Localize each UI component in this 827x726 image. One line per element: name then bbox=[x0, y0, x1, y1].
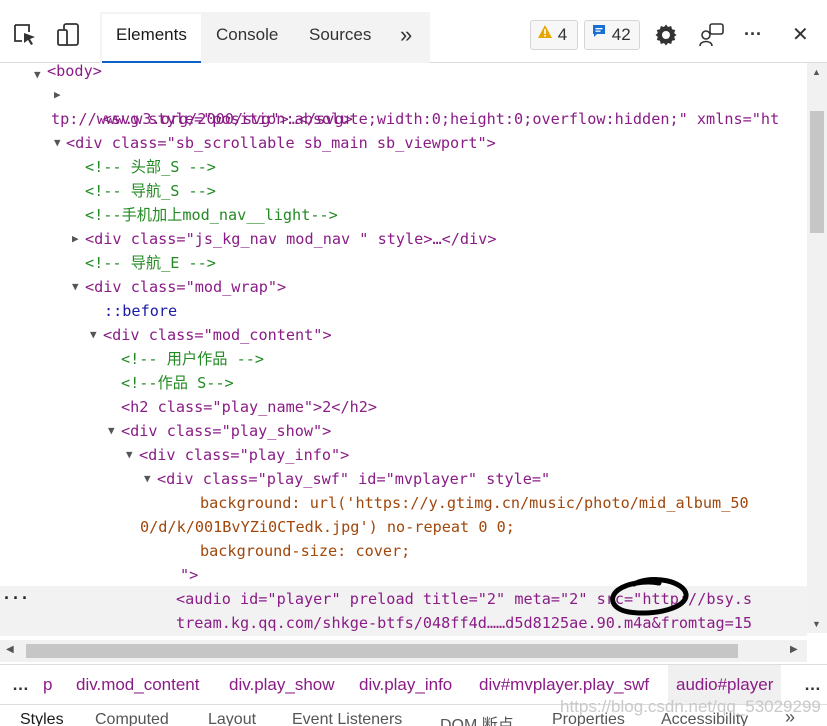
inspect-element-icon[interactable] bbox=[12, 22, 38, 53]
breadcrumb-item[interactable]: div.mod_content bbox=[76, 665, 199, 705]
breadcrumb-item[interactable]: p bbox=[43, 665, 52, 705]
watermark: https://blog.csdn.net/qq_53029299 bbox=[560, 697, 821, 716]
gear-icon[interactable] bbox=[654, 23, 678, 52]
style-background-line[interactable]: background: url('https://y.gtimg.cn/musi… bbox=[200, 491, 749, 515]
messages-badge[interactable]: 42 bbox=[584, 20, 640, 50]
tree-node-div-nav[interactable]: <div class="js_kg_nav mod_nav " style>…<… bbox=[85, 227, 496, 251]
tree-pseudo-before[interactable]: ::before bbox=[104, 299, 177, 323]
tree-node-div-play-info[interactable]: <div class="play_info"> bbox=[139, 443, 349, 467]
annotation-circle-icon bbox=[604, 574, 694, 631]
vertical-scroll-thumb[interactable] bbox=[810, 111, 824, 233]
scroll-left-icon[interactable]: ◀ bbox=[6, 644, 14, 655]
scroll-right-icon[interactable]: ▶ bbox=[790, 644, 798, 655]
tree-comment[interactable]: <!-- 用户作品 --> bbox=[121, 347, 264, 371]
tree-node-div-play-swf[interactable]: <div class="play_swf" id="mvplayer" styl… bbox=[157, 467, 550, 491]
tab-styles[interactable]: Styles bbox=[20, 711, 64, 726]
collapse-triangle-icon[interactable]: ▼ bbox=[126, 443, 133, 467]
warning-icon bbox=[537, 20, 553, 48]
collapse-triangle-icon[interactable]: ▼ bbox=[108, 419, 115, 443]
scroll-down-icon[interactable]: ▼ bbox=[812, 619, 821, 629]
more-tabs-button[interactable]: » bbox=[386, 14, 426, 63]
expand-triangle-icon[interactable]: ▶ bbox=[54, 83, 61, 107]
warnings-count: 4 bbox=[557, 25, 568, 44]
tree-node-div-scrollable[interactable]: <div class="sb_scrollable sb_main sb_vie… bbox=[66, 131, 496, 155]
vertical-scrollbar[interactable]: ▲ ▼ bbox=[807, 63, 827, 633]
collapse-triangle-icon[interactable]: ▼ bbox=[72, 275, 79, 299]
collapse-triangle-icon[interactable]: ▼ bbox=[144, 467, 151, 491]
tab-computed[interactable]: Computed bbox=[95, 711, 169, 726]
tree-node-div-play-show[interactable]: <div class="play_show"> bbox=[121, 419, 331, 443]
expand-triangle-icon[interactable]: ▶ bbox=[72, 227, 79, 251]
tree-node-svg-cont[interactable]: tp://www.w3.org/2000/svg">…</svg> bbox=[51, 107, 353, 131]
style-attr-close[interactable]: "> bbox=[180, 563, 198, 586]
horizontal-scrollbar[interactable]: ◀ ▶ bbox=[0, 640, 807, 662]
horizontal-scroll-thumb[interactable] bbox=[26, 644, 738, 658]
scroll-up-icon[interactable]: ▲ bbox=[812, 67, 821, 77]
gutter-dots[interactable]: ··· bbox=[2, 586, 29, 610]
tree-node-div-mod-wrap[interactable]: <div class="mod_wrap"> bbox=[85, 275, 286, 299]
tree-comment[interactable]: <!-- 头部_S --> bbox=[85, 155, 216, 179]
device-toolbar-icon[interactable] bbox=[55, 22, 81, 53]
collapse-triangle-icon[interactable]: ▼ bbox=[54, 131, 61, 155]
tab-sources[interactable]: Sources bbox=[295, 14, 385, 63]
tree-comment[interactable]: <!--手机加上mod_nav__light--> bbox=[85, 203, 338, 227]
tree-node-svg[interactable]: <svg style="position:absolute;width:0;he… bbox=[66, 83, 780, 128]
dom-tree: ▼ <body> ▶ <svg style="position:absolute… bbox=[0, 63, 807, 586]
close-button[interactable]: ✕ bbox=[778, 14, 823, 63]
collapse-triangle-icon[interactable]: ▼ bbox=[90, 323, 97, 347]
tree-node-body[interactable]: <body> bbox=[47, 63, 102, 83]
more-menu-button[interactable]: ··· bbox=[730, 13, 776, 62]
tree-comment[interactable]: <!-- 导航_E --> bbox=[85, 251, 216, 275]
tab-elements[interactable]: Elements bbox=[102, 14, 201, 63]
tab-event-listeners[interactable]: Event Listeners bbox=[292, 711, 402, 726]
breadcrumb-item[interactable]: div.play_show bbox=[229, 665, 335, 705]
breadcrumb-more-left[interactable]: … bbox=[12, 665, 29, 705]
tree-comment[interactable]: <!--作品 S--> bbox=[121, 371, 234, 395]
collapse-triangle-icon[interactable]: ▼ bbox=[34, 63, 41, 87]
selected-node-row[interactable]: ··· <audio id="player" preload title="2"… bbox=[0, 576, 807, 636]
tree-comment[interactable]: <!-- 导航_S --> bbox=[85, 179, 216, 203]
style-background-line-cont[interactable]: 0/d/k/001BvYZi0CTedk.jpg') no-repeat 0 0… bbox=[140, 515, 515, 539]
tab-dom-breakpoints[interactable]: DOM 断点 bbox=[440, 711, 514, 726]
devtools-toolbar: Elements Console Sources » 4 42 ··· ✕ bbox=[0, 0, 827, 63]
feedback-icon[interactable] bbox=[699, 22, 725, 53]
warnings-badge[interactable]: 4 bbox=[530, 20, 578, 50]
messages-count: 42 bbox=[611, 25, 631, 44]
tab-layout[interactable]: Layout bbox=[208, 711, 256, 726]
tab-console[interactable]: Console bbox=[202, 14, 292, 63]
tree-node-h2[interactable]: <h2 class="play_name">2</h2> bbox=[121, 395, 377, 419]
breadcrumb-item[interactable]: div.play_info bbox=[359, 665, 452, 705]
style-background-size-line[interactable]: background-size: cover; bbox=[200, 539, 410, 563]
message-icon bbox=[591, 20, 607, 48]
tree-node-div-mod-content[interactable]: <div class="mod_content"> bbox=[103, 323, 332, 347]
